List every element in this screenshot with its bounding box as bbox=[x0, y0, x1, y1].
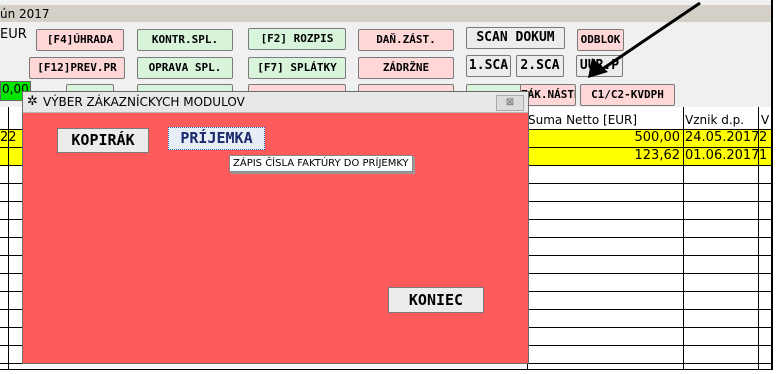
annotation-arrow-icon bbox=[588, 1, 701, 78]
